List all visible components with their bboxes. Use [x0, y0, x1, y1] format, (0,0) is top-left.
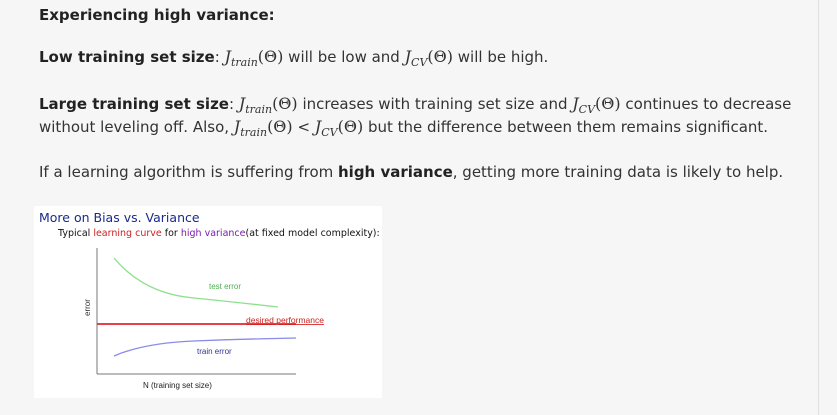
content-panel: Experiencing high variance: Low training… [28, 0, 818, 415]
j-cv-formula: JCV(Θ) [314, 117, 364, 140]
j-train-formula: Jtrain(Θ) [238, 94, 298, 117]
section-heading: Experiencing high variance: [39, 6, 275, 24]
j-cv-formula: JCV(Θ) [572, 94, 621, 117]
desired-performance-label: desired performance [246, 315, 324, 325]
test-error-label: test error [209, 282, 241, 291]
j-train-formula: Jtrain(Θ) [224, 47, 284, 70]
y-axis-label: error [83, 299, 92, 316]
test-error-curve [113, 257, 279, 308]
conclusion-paragraph: If a learning algorithm is suffering fro… [39, 163, 784, 181]
learning-curve-plot: test error desired performance train err… [83, 248, 324, 390]
page-right-border [818, 0, 819, 415]
high-variance-emphasis: high variance [338, 163, 453, 181]
low-size-label: Low training set size [39, 48, 215, 66]
large-size-label: Large training set size [39, 95, 229, 113]
x-axis-label: N (training set size) [143, 381, 212, 390]
j-train-formula: Jtrain(Θ) [233, 117, 293, 140]
learning-curve-figure: More on Bias vs. Variance Typical learni… [34, 206, 382, 398]
low-size-paragraph: Low training set size: Jtrain(Θ) will be… [39, 47, 549, 70]
j-cv-formula: JCV(Θ) [404, 47, 454, 70]
large-size-paragraph-line2: without leveling off. Also, Jtrain(Θ) < … [39, 117, 769, 140]
train-error-label: train error [197, 347, 232, 356]
